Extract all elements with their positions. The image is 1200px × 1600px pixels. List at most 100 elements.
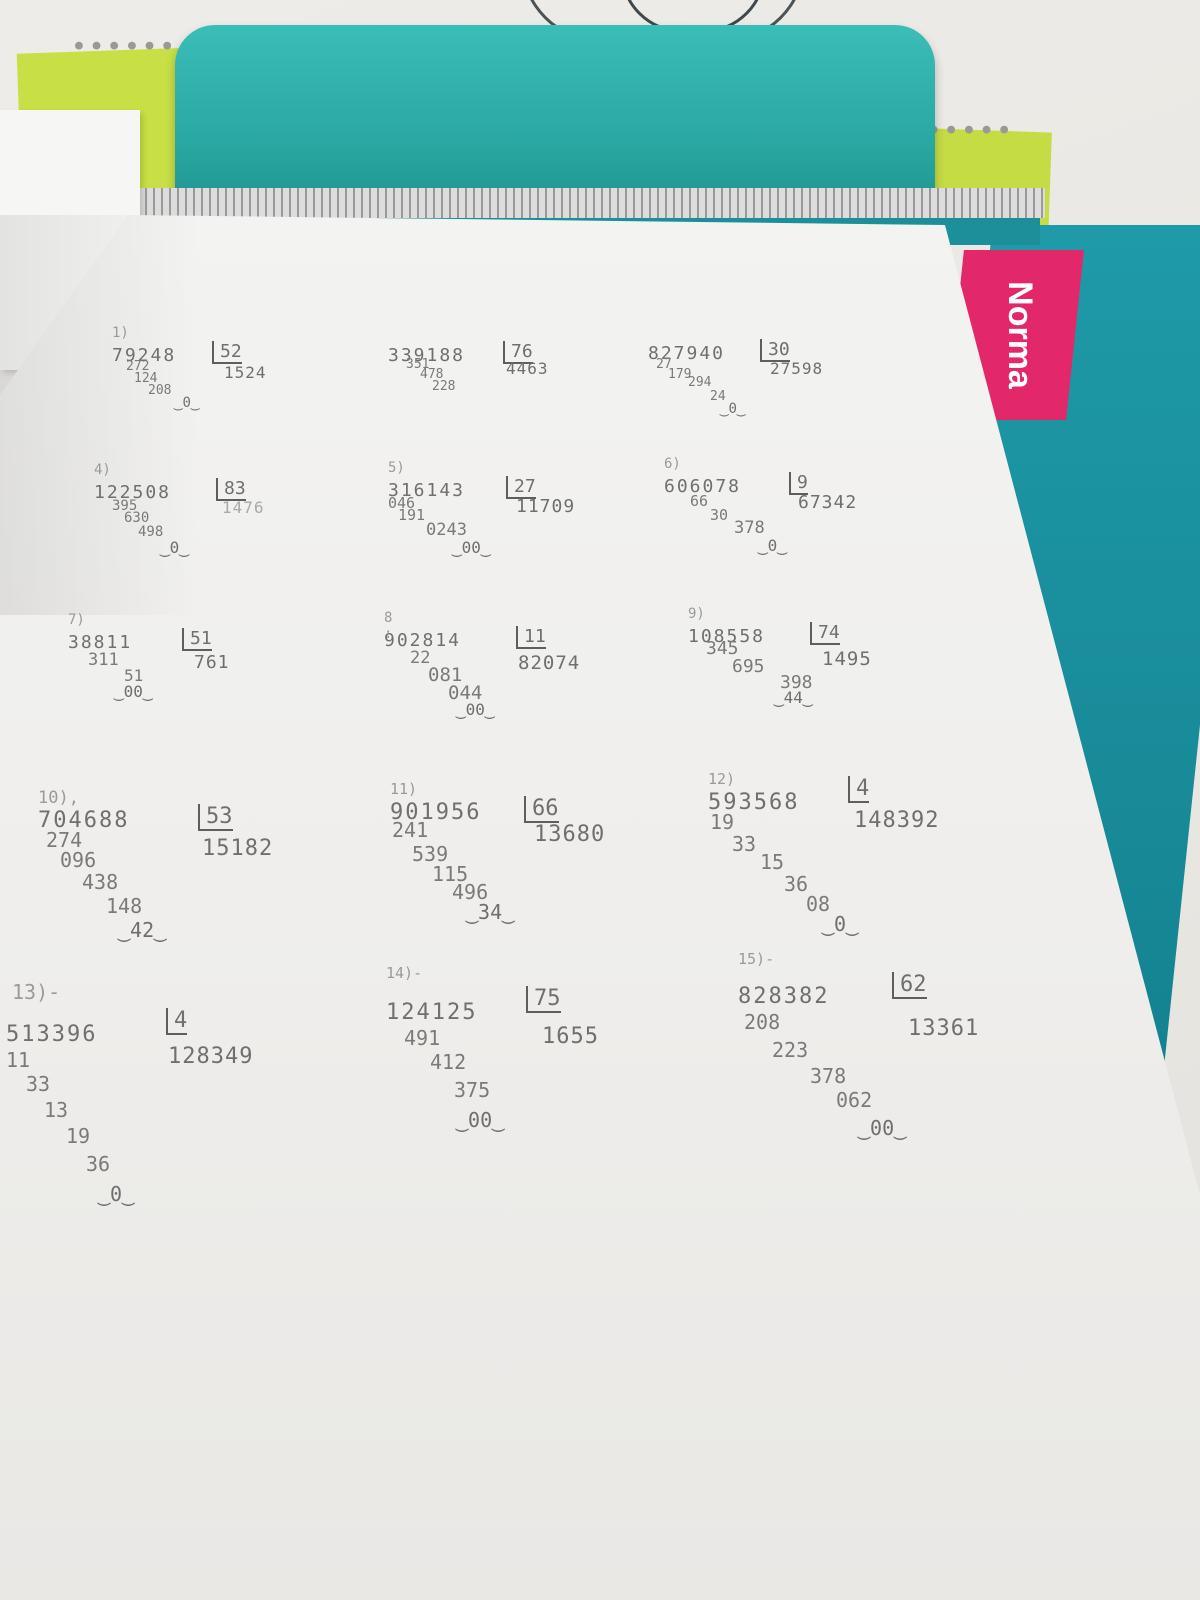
dividend: 513396 xyxy=(6,1022,98,1047)
quotient: 13361 xyxy=(908,1016,980,1041)
quotient: 761 xyxy=(194,652,230,673)
remainder-smiley: ‿00‿ xyxy=(456,1108,505,1132)
partial-step: 695 xyxy=(732,656,765,677)
remainder: 42 xyxy=(130,918,155,942)
remainder: 0 xyxy=(110,1182,123,1206)
partial-step: 36 xyxy=(86,1152,111,1176)
quotient: 11709 xyxy=(516,496,576,517)
divisor: 11 xyxy=(516,626,546,649)
quotient: 4463 xyxy=(506,359,549,378)
quotient: 67342 xyxy=(798,492,858,513)
partial-step: 378 xyxy=(810,1064,847,1088)
partial-step: 491 xyxy=(404,1026,441,1050)
partial-step: 208 xyxy=(148,383,172,398)
partial-step: 19 xyxy=(66,1124,91,1148)
divisor: 4 xyxy=(848,776,870,803)
partial-step: 36 xyxy=(784,872,809,896)
remainder: 00 xyxy=(468,1108,493,1132)
quotient: 1476 xyxy=(222,498,265,517)
problem-label: 10), xyxy=(38,788,79,808)
remainder: 34 xyxy=(478,900,503,924)
remainder-smiley: ‿00‿ xyxy=(858,1116,907,1140)
problem-label: 1) xyxy=(112,325,129,341)
quotient: 82074 xyxy=(518,652,581,674)
problem-label: 12) xyxy=(708,770,736,788)
divisor: 52 xyxy=(212,341,242,364)
problem-label: 13)- xyxy=(12,980,61,1004)
notebook-spiral: ● ● ● ● ● ● xyxy=(75,38,173,53)
partial-step: 096 xyxy=(60,848,97,872)
dividend: 828382 xyxy=(738,984,830,1009)
partial-step: 13 xyxy=(44,1098,69,1122)
partial-step: 148 xyxy=(106,894,143,918)
remainder: 0 xyxy=(767,536,778,555)
remainder: 0 xyxy=(182,395,191,411)
remainder-smiley: ‿0‿ xyxy=(720,401,746,417)
divisor: 75 xyxy=(526,986,561,1013)
partial-step: 33 xyxy=(26,1072,51,1096)
problem-label: 9) xyxy=(688,606,705,622)
quotient: 27598 xyxy=(770,359,824,378)
quotient: 148392 xyxy=(854,808,940,833)
divisor: 53 xyxy=(198,804,233,831)
remainder-smiley: ‿00‿ xyxy=(452,538,491,557)
partial-step: 223 xyxy=(772,1038,809,1062)
partial-step: 438 xyxy=(82,870,119,894)
remainder-smiley: ‿00‿ xyxy=(114,682,153,701)
remainder-smiley: ‿34‿ xyxy=(466,900,515,924)
quotient: 1655 xyxy=(542,1024,599,1049)
remainder-smiley: ‿0‿ xyxy=(98,1182,135,1206)
partial-step: 241 xyxy=(392,818,429,842)
partial-step: 15 xyxy=(760,850,785,874)
divisor: 62 xyxy=(892,972,927,999)
divisor: 74 xyxy=(810,622,840,645)
remainder-smiley: ‿44‿ xyxy=(774,688,813,707)
partial-step: 228 xyxy=(432,379,456,394)
partial-step: 062 xyxy=(836,1088,873,1112)
problem-label: 6) xyxy=(664,456,681,472)
quotient: 1524 xyxy=(224,363,267,382)
remainder: 00 xyxy=(465,700,485,719)
divisor: 66 xyxy=(524,796,559,823)
remainder-smiley: ‿0‿ xyxy=(160,538,189,557)
partial-step: 208 xyxy=(744,1010,781,1034)
partial-step: 191 xyxy=(398,506,426,524)
problem-label: 7) xyxy=(68,612,85,628)
partial-step: 375 xyxy=(454,1078,491,1102)
partial-step: 294 xyxy=(688,375,712,390)
problem-label: 4) xyxy=(94,462,111,478)
divisor: 4 xyxy=(166,1008,188,1035)
problem-label: 14)- xyxy=(386,964,423,982)
partial-step: 30 xyxy=(710,506,729,524)
remainder-smiley: ‿00‿ xyxy=(456,700,495,719)
partial-step: 33 xyxy=(732,832,757,856)
remainder-smiley: ‿0‿ xyxy=(758,536,787,555)
remainder: 00 xyxy=(123,682,143,701)
partial-step: 0243 xyxy=(426,520,467,540)
remainder: 0 xyxy=(169,538,180,557)
partial-step: 412 xyxy=(430,1050,467,1074)
remainder: 00 xyxy=(461,538,481,557)
remainder: 0 xyxy=(728,401,737,417)
problem-label: 5) xyxy=(388,460,405,476)
notebook-spiral-binding xyxy=(115,188,1045,218)
quotient: 1495 xyxy=(822,648,872,670)
problem-label: 15)- xyxy=(738,950,775,968)
remainder: 44 xyxy=(783,688,803,707)
partial-step: 378 xyxy=(734,518,765,538)
quotient: 13680 xyxy=(534,822,606,847)
remainder-smiley: ‿0‿ xyxy=(822,912,859,936)
partial-step: 11 xyxy=(6,1048,31,1072)
problem-label: 11) xyxy=(390,780,418,798)
partial-step: 311 xyxy=(88,650,119,670)
quotient: 128349 xyxy=(168,1044,254,1069)
partial-step: 19 xyxy=(710,810,735,834)
dividend: 124125 xyxy=(386,1000,478,1025)
divisor: 51 xyxy=(182,628,212,651)
quotient: 15182 xyxy=(202,836,274,861)
remainder: 0 xyxy=(834,912,847,936)
remainder-smiley: ‿0‿ xyxy=(174,395,200,411)
partial-step: 66 xyxy=(690,492,709,510)
remainder: 00 xyxy=(870,1116,895,1140)
remainder-smiley: ‿42‿ xyxy=(118,918,167,942)
